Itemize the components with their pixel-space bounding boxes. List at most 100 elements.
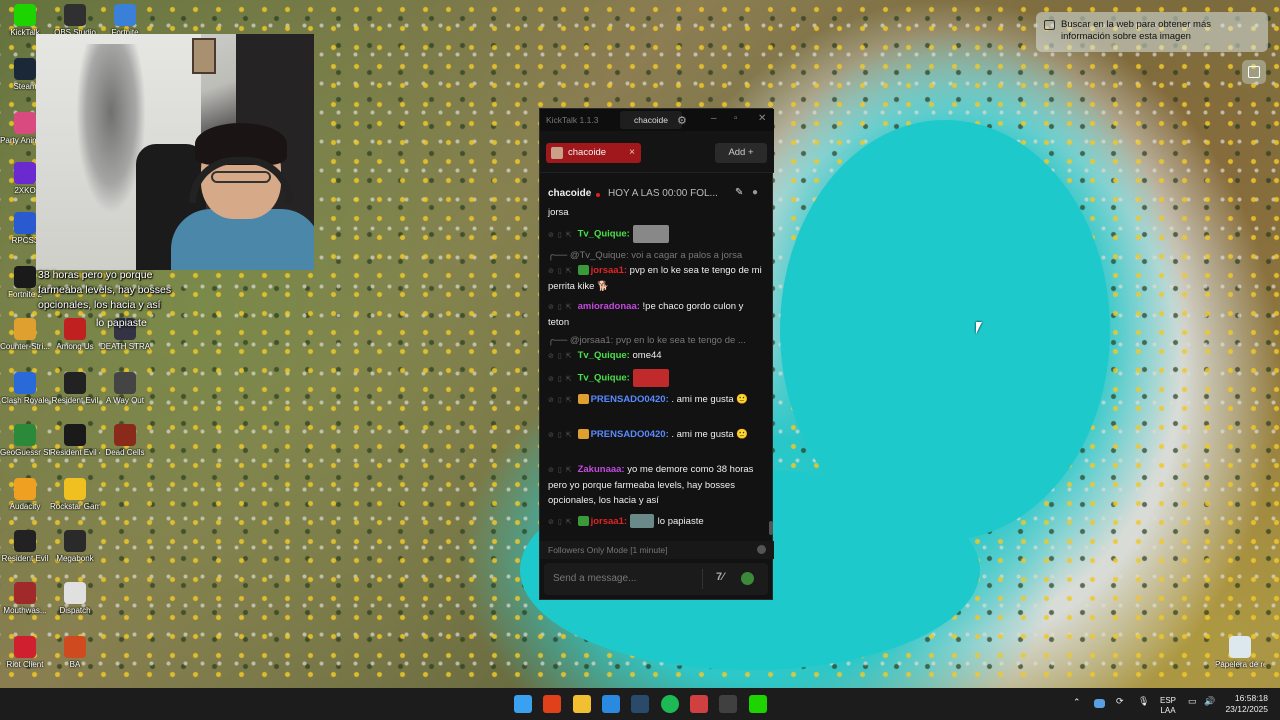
kicktalk-icon[interactable] bbox=[749, 695, 767, 713]
chat-message[interactable]: jorsa bbox=[548, 205, 762, 220]
tab-chacoide[interactable]: chacoide × bbox=[546, 143, 641, 163]
desktop-icon-label: Riot Client bbox=[6, 660, 44, 669]
minimize-icon[interactable]: – bbox=[711, 113, 717, 124]
desktop-icon[interactable]: Clash Royale bbox=[0, 372, 50, 405]
username[interactable]: jorsaa1: bbox=[591, 265, 627, 276]
chat-scrollbar[interactable] bbox=[769, 521, 773, 535]
desktop-icon[interactable]: Dead Cells bbox=[100, 424, 150, 457]
reply-preview[interactable]: ╭── @Tv_Quique: voi a cagar a palos a jo… bbox=[548, 248, 762, 263]
desktop-icon-label: Counter-Stri... bbox=[0, 342, 50, 351]
spotify-icon[interactable] bbox=[661, 695, 679, 713]
desktop-icon[interactable]: Fortnite bbox=[100, 4, 150, 37]
chat-message[interactable]: ⊘▯⇱ jorsaa1: lo papiaste bbox=[548, 514, 762, 530]
current-user-button[interactable]: chacoide bbox=[620, 111, 682, 129]
emote-image bbox=[632, 369, 669, 387]
username[interactable]: PRENSADO0420: bbox=[591, 394, 669, 405]
maximize-icon[interactable]: ▫ bbox=[734, 113, 738, 124]
mod-actions-icon[interactable]: ⊘▯⇱ bbox=[548, 228, 576, 243]
app-icon bbox=[114, 4, 136, 26]
obs-icon[interactable] bbox=[719, 695, 737, 713]
chat-message[interactable]: ⊘▯⇱ jorsaa1: pvp en lo ke sea te tengo de… bbox=[548, 263, 762, 294]
chat-message[interactable]: ⊘▯⇱ PRENSADO0420: . ami me gusta 🙂 bbox=[548, 392, 762, 408]
title-bar[interactable]: KickTalk 1.1.3 chacoide ⚙ – ▫ ✕ bbox=[540, 109, 774, 131]
settings-gear-icon[interactable]: ⚙ bbox=[677, 114, 687, 127]
app-icon bbox=[64, 424, 86, 446]
username[interactable]: amioradonaa: bbox=[578, 301, 640, 312]
desktop-icon[interactable]: OBS Studio bbox=[50, 4, 100, 37]
microphone-icon[interactable]: 🎙 bbox=[1138, 696, 1149, 707]
visual-search-hint[interactable]: Buscar en la web para obtener más inform… bbox=[1036, 12, 1268, 52]
visual-search-hint-text: Buscar en la web para obtener más inform… bbox=[1061, 19, 1211, 42]
language-indicator[interactable]: ESP LAA bbox=[1160, 696, 1176, 716]
chat-message[interactable]: ⊘▯⇱ Tv_Quique: ome44 bbox=[548, 348, 762, 364]
desktop-icon[interactable]: Audacity bbox=[0, 478, 50, 511]
mod-actions-icon[interactable]: ⊘▯⇱ bbox=[548, 515, 576, 530]
pin-icon[interactable]: ✎ bbox=[735, 187, 743, 198]
desktop-icon[interactable]: Mouthwas... bbox=[0, 582, 50, 615]
info-icon[interactable] bbox=[757, 545, 766, 554]
desktop-icon[interactable]: A Way Out bbox=[100, 372, 150, 405]
mod-actions-icon[interactable]: ⊘▯⇱ bbox=[548, 463, 576, 478]
cloud-icon[interactable] bbox=[1094, 699, 1105, 708]
username[interactable]: Tv_Quique: bbox=[578, 373, 630, 384]
tab-close-icon[interactable]: × bbox=[629, 143, 635, 163]
desktop-icon[interactable]: Papelera de reciclaje bbox=[1215, 636, 1265, 669]
chat-message[interactable]: ⊘▯⇱ Tv_Quique: bbox=[548, 225, 762, 243]
desktop-icon[interactable]: Riot Client bbox=[0, 636, 50, 669]
desktop-icon[interactable]: Among Us bbox=[50, 318, 100, 351]
username[interactable]: Tv_Quique: bbox=[578, 350, 630, 361]
message-text: jorsa bbox=[548, 207, 569, 218]
chat-message[interactable]: ⊘▯⇱ amioradonaa: !pe chaco gordo culon y … bbox=[548, 299, 762, 330]
brave-icon[interactable] bbox=[543, 695, 561, 713]
username[interactable]: jorsaa1: bbox=[591, 516, 627, 527]
windows-start-icon[interactable] bbox=[514, 695, 532, 713]
reply-preview[interactable]: ╭── @jorsaa1: pvp en lo ke sea te tengo … bbox=[548, 333, 762, 348]
chat-message[interactable]: ⊘▯⇱ Tv_Quique: bbox=[548, 369, 762, 387]
add-channel-button[interactable]: Add + bbox=[715, 143, 767, 163]
username[interactable]: Tv_Quique: bbox=[578, 229, 630, 240]
app-icon bbox=[64, 636, 86, 658]
desktop-icon[interactable]: Resident Evil bbox=[0, 530, 50, 563]
live-indicator bbox=[596, 193, 600, 197]
desktop-icon[interactable]: Megabonk bbox=[50, 530, 100, 563]
desktop-icon[interactable]: Rockstar Games... bbox=[50, 478, 100, 511]
message-input[interactable]: Send a message... 7⁄ bbox=[544, 563, 768, 595]
mod-actions-icon[interactable]: ⊘▯⇱ bbox=[548, 393, 576, 408]
bing-icon[interactable] bbox=[602, 695, 620, 713]
sync-icon[interactable]: ⟳ bbox=[1116, 696, 1124, 707]
steam-icon[interactable] bbox=[631, 695, 649, 713]
desktop-icon[interactable]: Dispatch bbox=[50, 582, 100, 615]
visual-search-button[interactable] bbox=[1242, 60, 1266, 84]
desktop-icon-label: Resident Evil 4 bbox=[50, 448, 100, 457]
volume-icon[interactable]: 🔊 bbox=[1204, 696, 1215, 707]
clock[interactable]: 16:58:18 23/12/2025 bbox=[1225, 693, 1268, 715]
mod-actions-icon[interactable]: ⊘▯⇱ bbox=[548, 428, 576, 443]
user-badge-icon bbox=[577, 394, 589, 405]
username[interactable]: PRENSADO0420: bbox=[591, 429, 669, 440]
globe-emote-icon[interactable] bbox=[741, 572, 754, 585]
desktop-icon[interactable]: Resident Evil bbox=[50, 372, 100, 405]
user-icon[interactable]: ● bbox=[752, 187, 758, 198]
mod-actions-icon[interactable]: ⊘▯⇱ bbox=[548, 372, 576, 387]
mod-actions-icon[interactable]: ⊘▯⇱ bbox=[548, 264, 576, 279]
calendar-icon[interactable] bbox=[690, 695, 708, 713]
desktop-icon[interactable]: Resident Evil 4 bbox=[50, 424, 100, 457]
chevron-up-icon[interactable]: ⌃ bbox=[1073, 697, 1081, 708]
monitor-icon[interactable]: ▭ bbox=[1188, 696, 1197, 707]
kick-emote-icon[interactable]: 7⁄ bbox=[716, 571, 724, 583]
chat-message[interactable]: ⊘▯⇱ PRENSADO0420: . ami me gusta 🙂 bbox=[548, 427, 762, 443]
desktop-icon[interactable]: Counter-Stri... bbox=[0, 318, 50, 351]
app-icon bbox=[14, 112, 36, 134]
desktop-icon[interactable]: GeoGuessr Steam E... bbox=[0, 424, 50, 457]
desktop-icon[interactable]: BA bbox=[50, 636, 100, 669]
mouse-cursor bbox=[976, 322, 982, 334]
desktop-icon[interactable]: KickTalk bbox=[0, 4, 50, 37]
close-icon[interactable]: ✕ bbox=[758, 113, 766, 124]
mod-actions-icon[interactable]: ⊘▯⇱ bbox=[548, 300, 576, 315]
chat-message[interactable]: ⊘▯⇱ Zakunaaa: yo me demore como 38 horas … bbox=[548, 462, 762, 508]
desktop-icon-label: Megabonk bbox=[56, 554, 94, 563]
username[interactable]: Zakunaaa: bbox=[578, 464, 625, 475]
mod-actions-icon[interactable]: ⊘▯⇱ bbox=[548, 349, 576, 364]
file-explorer-icon[interactable] bbox=[573, 695, 591, 713]
message-text: . ami me gusta 🙂 bbox=[671, 394, 749, 405]
